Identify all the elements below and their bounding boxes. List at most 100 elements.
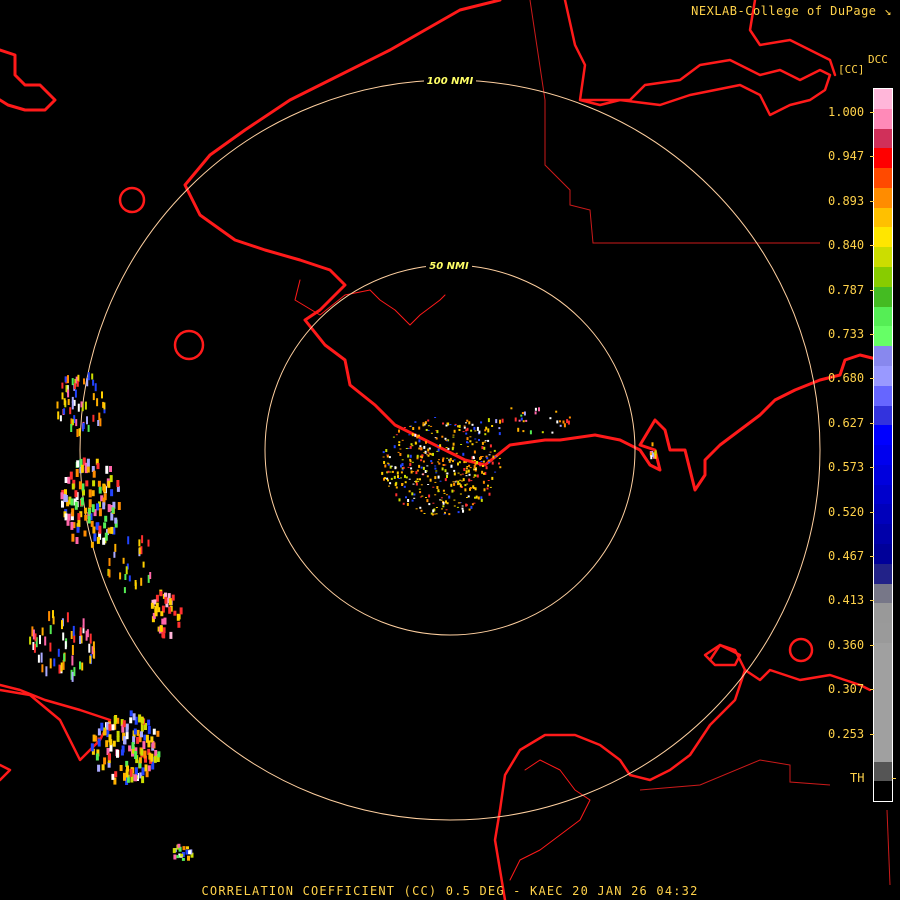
echo-pixel (57, 411, 60, 420)
echo-pixel (402, 502, 405, 505)
echo-pixel (111, 507, 115, 514)
echo-pixel (143, 750, 147, 759)
legend-tick-label: 0.520 (828, 504, 875, 519)
legend-tick-label: 0.733 (828, 327, 875, 341)
echo-pixel (432, 486, 435, 488)
echo-pixel (465, 422, 467, 424)
echo-pixel (423, 452, 426, 454)
echo-pixel (76, 380, 79, 387)
echo-pixel (457, 483, 459, 486)
echo-pixel (428, 494, 431, 498)
echo-pixel (436, 486, 439, 489)
echo-pixel (171, 594, 175, 601)
echo-pixel (71, 655, 74, 666)
echo-pixel (78, 428, 81, 437)
echo-pixel (468, 508, 471, 511)
echo-pixel (522, 430, 525, 433)
echo-pixel (408, 490, 411, 493)
echo-pixel (67, 399, 70, 405)
legend-swatch (874, 207, 892, 228)
echo-pixel (438, 459, 440, 461)
arrow-icon: ↘ (884, 4, 892, 18)
echo-pixel (56, 401, 59, 409)
echo-pixel (125, 732, 129, 740)
echo-pixel (481, 446, 484, 450)
echo-pixel (459, 493, 462, 495)
legend-swatch (874, 445, 892, 465)
echo-pixel (559, 424, 562, 427)
echo-pixel (411, 499, 414, 502)
echo-pixel (75, 419, 78, 427)
echo-pixel (499, 419, 501, 424)
echo-pixel (147, 725, 151, 734)
echo-pixel (92, 480, 96, 487)
echo-pixel (559, 420, 561, 423)
echo-pixel (145, 771, 149, 778)
echo-pixel (457, 462, 459, 466)
echo-pixel (430, 425, 433, 427)
echo-pixel (411, 461, 414, 463)
legend-tick-label: 0.467 (828, 549, 875, 563)
echo-pixel (425, 429, 428, 431)
echo-pixel (444, 469, 447, 473)
echo-pixel (147, 719, 151, 726)
echo-pixel (129, 710, 133, 717)
echo-pixel (394, 466, 397, 470)
echo-pixel (117, 502, 121, 510)
legend-swatch (874, 583, 892, 604)
echo-pixel (63, 653, 66, 662)
echo-pixel (58, 664, 61, 674)
credit-line: NEXLAB-College of DuPage ↘ (691, 4, 892, 18)
legend-swatch (874, 623, 892, 643)
echo-pixel (480, 456, 483, 459)
echo-pixel (432, 452, 434, 456)
echo-pixel (413, 497, 416, 499)
echo-pixel (76, 429, 79, 437)
echo-pixel (86, 416, 88, 425)
echo-pixel (77, 403, 80, 412)
echo-pixel (409, 445, 412, 449)
echo-pixel (556, 420, 559, 424)
echo-pixel (384, 477, 386, 480)
legend-swatch (874, 524, 892, 544)
echo-pixel (430, 432, 433, 434)
legend-swatch (874, 128, 892, 149)
echo-pixel (541, 431, 544, 434)
echo-pixel (482, 460, 485, 463)
echo-pixel (164, 596, 168, 604)
echo-pixel (458, 461, 461, 464)
legend-swatch (874, 168, 892, 188)
echo-pixel (449, 457, 452, 461)
echo-pixel (39, 635, 41, 645)
echo-pixel (465, 429, 468, 432)
echo-pixel (419, 496, 422, 498)
echo-pixel (82, 422, 85, 429)
echo-pixel (434, 481, 437, 483)
echo-pixel (400, 471, 403, 474)
echo-pixel (33, 643, 36, 653)
echo-pixel (140, 731, 143, 738)
echo-pixel (401, 483, 404, 485)
echo-pixel (123, 587, 126, 594)
echo-pixel (650, 455, 653, 460)
echo-pixel (442, 422, 445, 425)
legend-tick-label: 0.893 (828, 193, 875, 208)
echo-pixel (465, 475, 468, 477)
echo-pixel (470, 480, 473, 482)
echo-pixel (491, 461, 494, 465)
echo-pixel (132, 713, 136, 721)
echo-pixel (432, 509, 435, 513)
echo-pixel (485, 426, 488, 430)
echo-pixel (103, 402, 106, 410)
legend-unit: [CC] (838, 63, 865, 76)
echo-pixel (491, 425, 494, 427)
echo-pixel (498, 432, 501, 436)
echo-pixel (77, 520, 81, 527)
echo-pixel (63, 494, 67, 503)
echo-pixel (467, 469, 470, 473)
echo-pixel (498, 457, 501, 459)
echo-pixel (103, 484, 106, 493)
echo-pixel (522, 420, 525, 423)
echo-pixel (398, 444, 401, 446)
echo-pixel (465, 432, 468, 435)
